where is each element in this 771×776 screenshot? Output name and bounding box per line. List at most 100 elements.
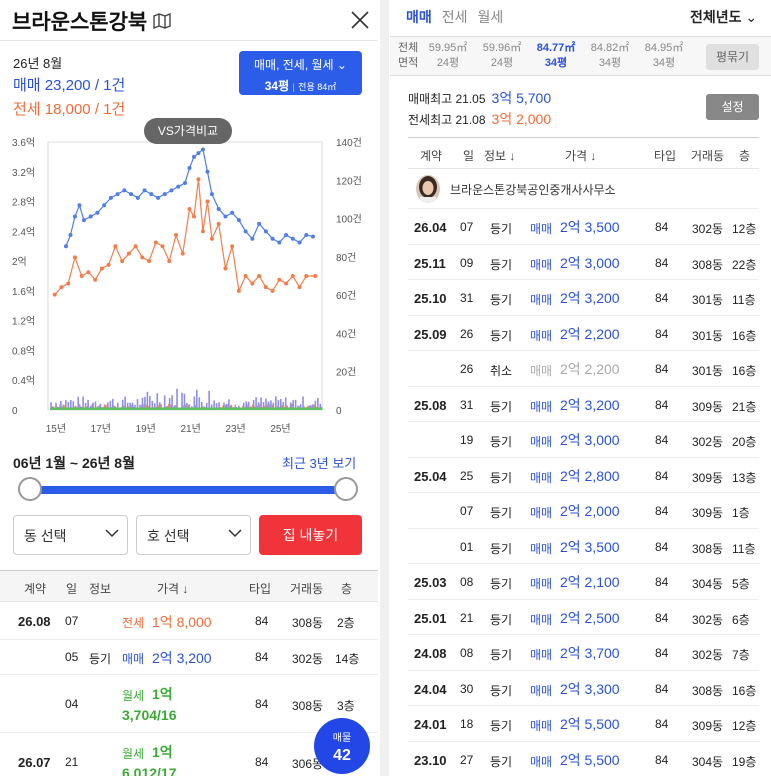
series-point <box>236 288 241 293</box>
row-dong: 302동 <box>692 648 724 662</box>
table-row[interactable]: 26.08 07 전세 1억 8,000 84 308동 2층 <box>0 603 378 640</box>
table-row[interactable]: 24.01 18 등기 매매 2억 5,500 84 309동 12층 <box>408 706 759 742</box>
area-option[interactable]: 59.96㎡ 24평 <box>476 41 528 71</box>
series-point <box>191 214 196 219</box>
table-row[interactable]: 26 취소 매매 2억 2,200 84 301동 16층 <box>408 351 759 387</box>
row-kind: 매매 <box>530 328 553 343</box>
row-dong: 308동 <box>292 616 324 630</box>
series-point <box>243 229 248 234</box>
row-floor: 3층 <box>337 699 355 713</box>
row-type: 84 <box>655 610 669 625</box>
y-tick-label: 0.4억 <box>12 375 35 387</box>
table-row[interactable]: 25.04 25 등기 매매 2억 2,800 84 309동 13층 <box>408 458 759 493</box>
max-jeonse-label: 전세최고 21.08 <box>408 113 486 127</box>
range-slider-track[interactable] <box>30 486 346 494</box>
left-table-header: 계약 일 정보 가격 ↓ 타입 거래동 층 <box>0 570 378 602</box>
table-row[interactable]: 23.10 27 등기 매매 2억 5,500 84 304동 19층 <box>408 742 759 776</box>
row-type: 84 <box>255 614 269 628</box>
vs-compare-button[interactable]: VS가격비교 <box>144 118 232 144</box>
volume-bar <box>176 388 178 410</box>
table-row[interactable]: 24.04 30 등기 매매 2억 3,300 84 308동 16층 <box>408 671 759 706</box>
table-row[interactable]: 25.03 08 등기 매매 2억 2,100 84 304동 5층 <box>408 564 759 600</box>
series-point <box>156 195 161 200</box>
range-slider-start-handle[interactable] <box>18 477 42 501</box>
col-day[interactable]: 일 <box>463 147 474 164</box>
row-floor: 1층 <box>732 506 750 520</box>
settings-button[interactable]: 설정 <box>706 94 759 120</box>
col-type[interactable]: 타입 <box>249 580 271 597</box>
volume-bar <box>181 392 183 410</box>
year-select[interactable]: 전체년도 ⌄ <box>690 7 757 27</box>
listing-count-badge[interactable]: 매물 42 <box>314 718 370 774</box>
series-point <box>140 255 145 260</box>
col-price[interactable]: 가격 ↓ <box>157 580 188 597</box>
series-point <box>167 259 172 264</box>
map-icon[interactable] <box>153 13 171 29</box>
row-type: 84 <box>655 752 669 767</box>
table-row[interactable]: 07 등기 매매 2억 2,000 84 309동 1층 <box>408 493 759 529</box>
table-row[interactable]: 19 등기 매매 2억 3,000 84 302동 20층 <box>408 422 759 458</box>
table-row[interactable]: 01 등기 매매 2억 3,500 84 308동 11층 <box>408 529 759 564</box>
series-point <box>290 236 295 241</box>
ho-select[interactable]: 호 선택 <box>136 515 251 555</box>
col-contract[interactable]: 계약 <box>420 147 442 164</box>
row-info: 등기 <box>490 257 513 272</box>
tab-wolse[interactable]: 월세 <box>478 7 504 27</box>
col-dong[interactable]: 거래동 <box>691 147 724 164</box>
col-floor[interactable]: 층 <box>341 580 352 597</box>
agent-row[interactable]: 브라운스톤강북공인중개사사무소 <box>408 169 759 209</box>
row-dong: 304동 <box>692 577 724 591</box>
row-price: 2억 2,500 <box>560 609 620 626</box>
range-slider-end-handle[interactable] <box>334 477 358 501</box>
tab-sale[interactable]: 매매 <box>406 7 432 27</box>
row-day: 30 <box>460 681 474 696</box>
row-type: 84 <box>655 255 669 270</box>
area-option-selected[interactable]: 84.77㎡ 34평 <box>530 41 582 71</box>
series-point <box>191 154 196 159</box>
row-type: 84 <box>655 575 669 589</box>
sell-house-button[interactable]: 집 내놓기 <box>259 515 362 555</box>
series-point <box>129 192 134 197</box>
col-contract[interactable]: 계약 <box>24 580 46 597</box>
col-day[interactable]: 일 <box>66 580 77 597</box>
table-row[interactable]: 04 월세 1억 3,704/16 84 308동 3층 <box>0 675 378 733</box>
row-floor: 21층 <box>732 399 757 414</box>
table-row[interactable]: 26.04 07 등기 매매 2억 3,500 84 302동 12층 <box>408 209 759 245</box>
year-select-label: 전체년도 <box>690 9 742 25</box>
row-floor: 16층 <box>732 683 757 698</box>
area-option[interactable]: 84.95㎡ 34평 <box>638 41 690 71</box>
col-type[interactable]: 타입 <box>654 147 676 164</box>
col-price[interactable]: 가격 ↓ <box>565 147 596 164</box>
table-row[interactable]: 05 등기 매매 2억 3,200 84 302동 14층 <box>0 640 378 675</box>
area-all-label[interactable]: 전체 면적 <box>398 41 424 71</box>
row-floor: 20층 <box>732 435 757 449</box>
row-dong: 304동 <box>692 754 724 769</box>
table-row[interactable]: 25.10 31 등기 매매 2억 3,200 84 301동 11층 <box>408 280 759 316</box>
recent-3y-link[interactable]: 최근 3년 보기 <box>282 453 356 472</box>
close-icon[interactable] <box>350 10 370 30</box>
agent-name: 브라운스톤강북공인중개사사무소 <box>450 183 616 197</box>
row-price: 2억 2,100 <box>560 574 620 590</box>
tab-jeonse[interactable]: 전세 <box>442 7 468 27</box>
col-floor[interactable]: 층 <box>739 147 750 164</box>
table-row[interactable]: 25.11 09 등기 매매 2억 3,000 84 308동 22층 <box>408 245 759 280</box>
table-row[interactable]: 25.08 31 등기 매매 2억 3,200 84 309동 21층 <box>408 387 759 422</box>
table-row[interactable]: 25.01 21 등기 매매 2억 2,500 84 302동 6층 <box>408 600 759 635</box>
dong-select[interactable]: 동 선택 <box>13 515 128 555</box>
series-point <box>200 147 205 152</box>
pyeong-group-button[interactable]: 평묶기 <box>706 44 759 70</box>
row-floor: 5층 <box>732 577 750 591</box>
col-dong[interactable]: 거래동 <box>290 580 323 597</box>
table-row[interactable]: 24.08 08 등기 매매 2억 3,700 84 302동 7층 <box>408 635 759 671</box>
area-option[interactable]: 84.82㎡ 34평 <box>584 41 636 71</box>
row-ym: 23.10 <box>414 752 447 768</box>
area-option[interactable]: 59.95㎡ 24평 <box>422 41 474 71</box>
trade-type-button[interactable]: 매매, 전세, 월세 ⌄ 34평 | 전용 84㎡ <box>239 51 362 95</box>
col-info[interactable]: 정보 <box>89 580 111 597</box>
row-kind: 전세 <box>122 616 145 630</box>
series-point <box>187 207 192 211</box>
table-row[interactable]: 25.09 26 등기 매매 2억 2,200 84 301동 16층 <box>408 316 759 351</box>
max-jeonse-price: 3억 2,000 <box>491 111 552 127</box>
col-info[interactable]: 정보 ↓ <box>484 147 515 164</box>
series-point <box>243 274 248 278</box>
